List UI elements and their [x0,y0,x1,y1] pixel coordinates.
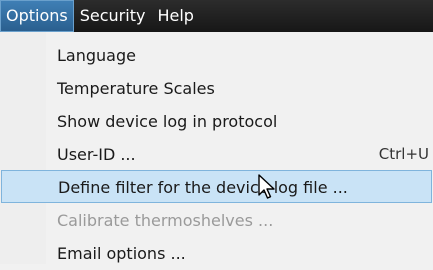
menu-item-label: Show device log in protocol [57,112,278,131]
menu-item-language[interactable]: Language [0,39,433,72]
menu-item-show-device-log[interactable]: Show device log in protocol [0,105,433,138]
menu-item-label: Email options ... [57,244,186,263]
menu-item-label: Language [57,46,136,65]
menu-item-temperature-scales[interactable]: Temperature Scales [0,72,433,105]
menu-item-label: Define filter for the device log file ..… [58,178,348,197]
menu-item-calibrate-thermoshelves: Calibrate thermoshelves ... [0,204,433,237]
menu-bar: Options Security Help [0,0,433,32]
menu-item-shortcut: Ctrl+U [378,145,429,163]
options-dropdown-menu: Language Temperature Scales Show device … [0,32,433,264]
arrow-pointer-icon [258,174,278,202]
menu-item-label: Calibrate thermoshelves ... [57,211,274,230]
menu-item-email-options[interactable]: Email options ... [0,237,433,270]
menu-help[interactable]: Help [151,0,199,32]
menu-item-define-filter[interactable]: Define filter for the device log file ..… [1,170,432,203]
menu-security[interactable]: Security [74,0,152,32]
menu-item-label: Temperature Scales [57,79,215,98]
menu-item-user-id[interactable]: User-ID ... Ctrl+U [0,138,433,171]
menu-item-label: User-ID ... [57,145,136,164]
menu-options[interactable]: Options [0,0,74,32]
